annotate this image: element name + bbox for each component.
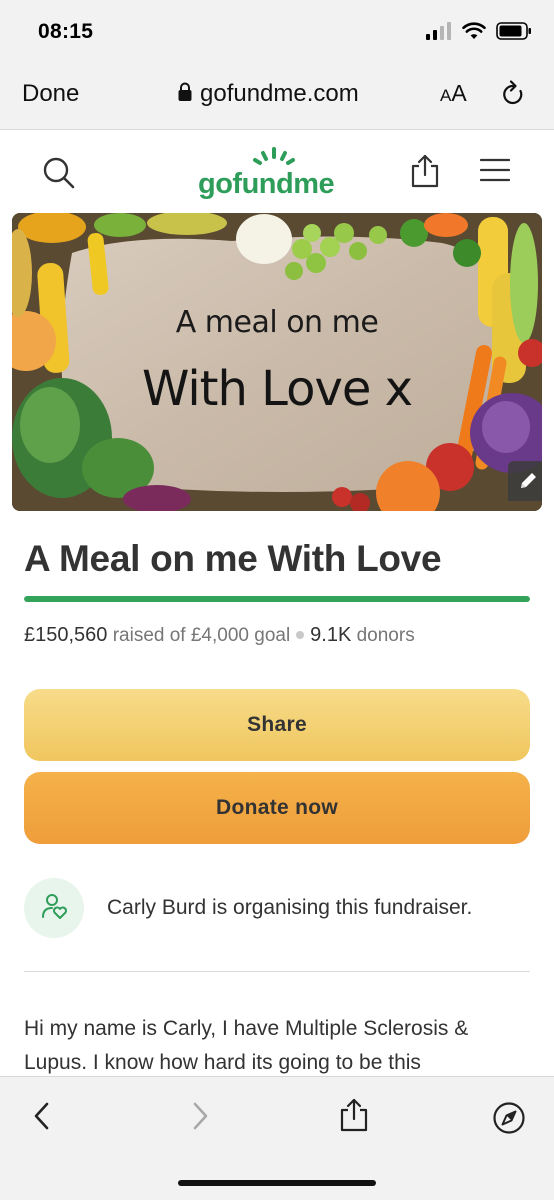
share-button[interactable]: Share: [24, 689, 530, 761]
raised-goal: raised of £4,000 goal: [112, 625, 291, 646]
compass-icon: [492, 1102, 526, 1139]
forward-icon: [190, 1102, 210, 1135]
divider: [24, 971, 530, 972]
compass-button[interactable]: [492, 1101, 526, 1140]
wifi-icon: [462, 22, 486, 45]
donors-label: donors: [356, 625, 415, 646]
battery-icon: [496, 22, 532, 45]
url-text: gofundme.com: [200, 80, 359, 107]
logo-text: gofundme: [198, 168, 335, 200]
campaign-title: A Meal on me With Love: [24, 538, 442, 579]
bottom-share-button[interactable]: [338, 1097, 370, 1138]
header-share-button[interactable]: [408, 153, 442, 194]
organiser-avatar: [24, 878, 84, 938]
page: 08:15 Done gofundme.com AA gofundme A me…: [0, 0, 554, 1200]
organiser-heart-icon: [40, 892, 68, 925]
text-size-button[interactable]: AA: [440, 80, 467, 107]
donate-button[interactable]: Donate now: [24, 772, 530, 844]
home-indicator: [178, 1180, 376, 1186]
share-icon: [408, 154, 442, 193]
search-button[interactable]: [42, 156, 76, 195]
menu-button[interactable]: [479, 158, 511, 187]
site-header: gofundme: [0, 140, 554, 208]
status-icons: [426, 22, 532, 45]
campaign-story: Hi my name is Carly, I have Multiple Scl…: [24, 1017, 469, 1074]
back-button[interactable]: [32, 1101, 52, 1136]
raised-amount: £150,560: [24, 624, 108, 646]
menu-icon: [479, 158, 511, 186]
donors-count: 9.1K: [310, 624, 352, 646]
browser-top-bar: 08:15 Done gofundme.com AA: [0, 0, 554, 130]
reload-button[interactable]: [500, 80, 526, 113]
forward-button[interactable]: [190, 1101, 210, 1136]
address-bar[interactable]: gofundme.com: [178, 80, 359, 108]
hero-caption-line2: With Love x: [141, 361, 413, 417]
search-icon: [42, 157, 76, 194]
progress-bar: [24, 596, 530, 602]
raised-summary: £150,560 raised of £4,000 goal 9.1K donor…: [24, 624, 415, 647]
campaign-hero-image: A meal on me With Love x: [12, 213, 542, 511]
text-size-large-label: A: [451, 80, 467, 106]
browser-nav-row: Done gofundme.com AA: [0, 72, 554, 116]
progress-fill: [24, 596, 530, 602]
edit-image-button[interactable]: [508, 461, 542, 501]
reload-icon: [500, 80, 526, 112]
status-bar: 08:15: [0, 0, 554, 62]
organiser-text: Carly Burd is organising this fundraiser…: [107, 896, 473, 919]
back-icon: [32, 1102, 52, 1135]
separator-dot: [296, 630, 305, 639]
status-time: 08:15: [38, 20, 94, 43]
text-size-small-label: A: [440, 86, 452, 105]
gofundme-logo[interactable]: gofundme: [198, 146, 358, 202]
done-button[interactable]: Done: [22, 80, 79, 108]
edit-icon: [517, 470, 539, 492]
hero-caption-line1: A meal on me: [175, 305, 379, 340]
signal-icon: [426, 22, 452, 45]
share-icon: [338, 1098, 370, 1137]
organiser-row: Carly Burd is organising this fundraiser…: [24, 878, 530, 940]
lock-icon: [178, 82, 192, 107]
